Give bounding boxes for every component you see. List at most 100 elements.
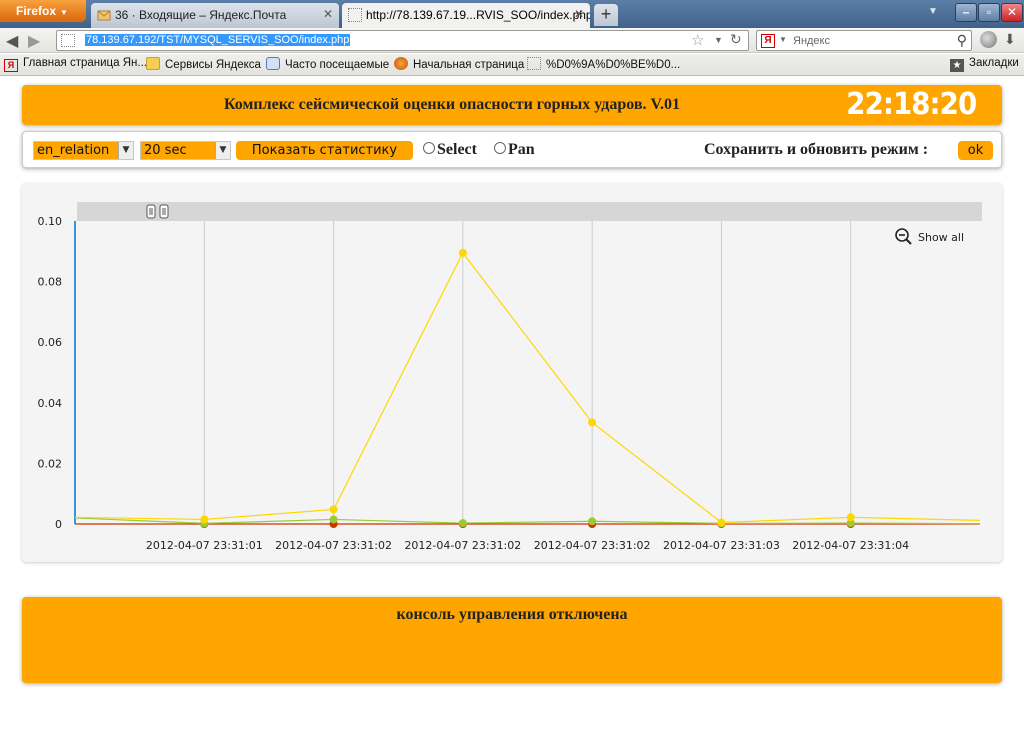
clock: 22:18:20 (846, 87, 977, 122)
control-toolbar: en_relation ▼ 20 sec ▼ Показать статисти… (22, 131, 1002, 168)
firefox-menu-label: Firefox (16, 4, 57, 18)
new-tab-button[interactable]: + (594, 4, 618, 26)
bookmark-label: Сервисы Яндекса (165, 59, 261, 71)
radio-select[interactable]: Select (423, 141, 477, 159)
page-header: Комплекс сейсмической оценки опасности г… (22, 85, 1002, 125)
smart-folder-icon (266, 57, 280, 70)
data-point (588, 517, 597, 526)
interval-select[interactable]: 20 sec ▼ (140, 141, 231, 160)
data-point (846, 513, 855, 522)
interval-select-value: 20 sec (144, 143, 187, 158)
parameter-select[interactable]: en_relation ▼ (33, 141, 134, 160)
radio-pan-label: Pan (508, 141, 535, 158)
y-axis-ticks: 0 0.02 0.04 0.06 0.08 0.10 (38, 215, 63, 531)
bookmarks-menu[interactable]: ★ Закладки (950, 57, 1019, 72)
x-tick-label: 2012-04-07 23:31:02 (404, 539, 521, 552)
parameter-select-value: en_relation (37, 143, 110, 158)
bookmarks-toolbar: Я Главная страница Ян... Сервисы Яндекса … (0, 54, 1024, 76)
show-all-link[interactable]: Show all (918, 231, 964, 244)
search-bar[interactable]: Я ▼ Яндекс ⚲ (756, 30, 972, 51)
search-icon[interactable]: ⚲ (957, 32, 967, 49)
show-statistics-button[interactable]: Показать статистику (236, 141, 413, 160)
bookmark-star-icon[interactable]: ☆ (691, 31, 704, 49)
scrollbar-handle-right[interactable] (159, 204, 169, 219)
tab-list-dropdown-icon[interactable]: ▼ (928, 6, 938, 17)
firefox-icon (394, 57, 408, 70)
url-bar[interactable]: 78.139.67.192/TST/MYSQL_SERVIS_SOO/index… (56, 30, 749, 51)
chevron-down-icon[interactable]: ▼ (215, 142, 230, 159)
page-icon (348, 8, 362, 22)
y-tick-label: 0.10 (38, 215, 63, 228)
radio-select-label: Select (437, 141, 477, 158)
y-tick-label: 0.08 (38, 276, 63, 289)
bookmark-item[interactable]: Сервисы Яндекса (146, 57, 261, 71)
y-tick-label: 0.04 (38, 397, 63, 410)
bookmark-label: Главная страница Ян... (23, 57, 147, 69)
url-history-dropdown-icon[interactable]: ▼ (714, 35, 723, 45)
chart-scrollbar[interactable] (77, 202, 982, 221)
bookmark-item[interactable]: %D0%9A%D0%BE%D0... (527, 57, 680, 71)
page-title: Комплекс сейсмической оценки опасности г… (224, 96, 680, 113)
bookmark-item[interactable]: Начальная страница (394, 57, 524, 71)
maximize-button[interactable]: ▫ (978, 3, 1000, 22)
chart-panel: 0 0.02 0.04 0.06 0.08 0.10 2012-04-07 23:31:0… (22, 183, 1002, 562)
close-window-button[interactable]: ✕ (1001, 3, 1023, 22)
bookmark-label: %D0%9A%D0%BE%D0... (546, 59, 681, 71)
line-chart[interactable]: 0 0.02 0.04 0.06 0.08 0.10 2012-04-07 23:31:0… (22, 183, 1002, 562)
folder-icon (146, 57, 160, 70)
console-panel: консоль управления отключена (22, 597, 1002, 683)
chevron-down-icon[interactable]: ▼ (118, 142, 133, 159)
close-icon[interactable]: ✕ (574, 7, 584, 21)
data-point (200, 515, 209, 524)
yandex-icon: Я (4, 59, 18, 72)
search-input[interactable]: Яндекс (793, 35, 830, 47)
data-point (329, 505, 338, 514)
data-point (329, 515, 338, 524)
url-text[interactable]: 78.139.67.192/TST/MYSQL_SERVIS_SOO/index… (85, 34, 351, 46)
search-engine-dropdown-icon[interactable]: ▼ (779, 35, 787, 44)
minimize-button[interactable]: – (955, 3, 977, 22)
tab-yandex-mail[interactable]: 36 · Входящие – Яндекс.Почта ✕ (91, 3, 339, 28)
reload-icon[interactable]: ↻ (730, 31, 742, 48)
tab-current-page[interactable]: http://78.139.67.19...RVIS_SOO/index.php… (342, 3, 590, 28)
data-point (588, 418, 597, 427)
globe-icon[interactable] (980, 31, 997, 48)
y-tick-label: 0 (55, 518, 62, 531)
bookmarks-menu-label: Закладки (969, 57, 1019, 69)
data-point (458, 519, 467, 528)
yandex-icon[interactable]: Я (761, 34, 775, 48)
tab-label: http://78.139.67.19...RVIS_SOO/index.php (366, 8, 590, 22)
x-axis-ticks: 2012-04-07 23:31:01 2012-04-07 23:31:02 20… (146, 539, 909, 552)
scrollbar-handle-left[interactable] (146, 204, 156, 219)
save-mode-label: Сохранить и обновить режим : (704, 141, 929, 158)
back-arrow-icon[interactable]: ◀ (6, 31, 18, 51)
x-tick-label: 2012-04-07 23:31:04 (792, 539, 909, 552)
bookmark-label: Часто посещаемые (285, 59, 390, 71)
browser-tab-bar: Firefox ▼ 36 · Входящие – Яндекс.Почта ✕ … (0, 0, 1024, 28)
star-icon: ★ (950, 59, 964, 72)
x-tick-label: 2012-04-07 23:31:02 (534, 539, 651, 552)
plot-area[interactable] (77, 221, 982, 525)
x-tick-label: 2012-04-07 23:31:02 (275, 539, 392, 552)
page-icon (527, 57, 541, 70)
download-arrow-icon[interactable]: ⬇ (1004, 31, 1016, 48)
bookmark-item[interactable]: Я Главная страница Ян... (4, 57, 147, 72)
radio-circle[interactable] (494, 142, 506, 154)
y-tick-label: 0.02 (38, 457, 63, 470)
radio-circle[interactable] (423, 142, 435, 154)
tab-label: 36 · Входящие – Яндекс.Почта (115, 8, 287, 22)
data-point (458, 248, 467, 257)
site-identity-icon[interactable] (61, 34, 75, 47)
ok-button[interactable]: ok (958, 141, 993, 160)
close-icon[interactable]: ✕ (323, 7, 333, 21)
radio-pan[interactable]: Pan (494, 141, 535, 159)
x-tick-label: 2012-04-07 23:31:01 (146, 539, 263, 552)
mail-icon (97, 10, 111, 21)
x-tick-label: 2012-04-07 23:31:03 (663, 539, 780, 552)
bookmark-item[interactable]: Часто посещаемые (266, 57, 389, 71)
data-point (717, 518, 726, 527)
navigation-bar: ◀ ▶ 78.139.67.192/TST/MYSQL_SERVIS_SOO/i… (0, 28, 1024, 53)
forward-arrow-icon[interactable]: ▶ (28, 31, 40, 51)
bookmark-label: Начальная страница (413, 59, 525, 71)
firefox-menu-button[interactable]: Firefox ▼ (0, 0, 86, 22)
